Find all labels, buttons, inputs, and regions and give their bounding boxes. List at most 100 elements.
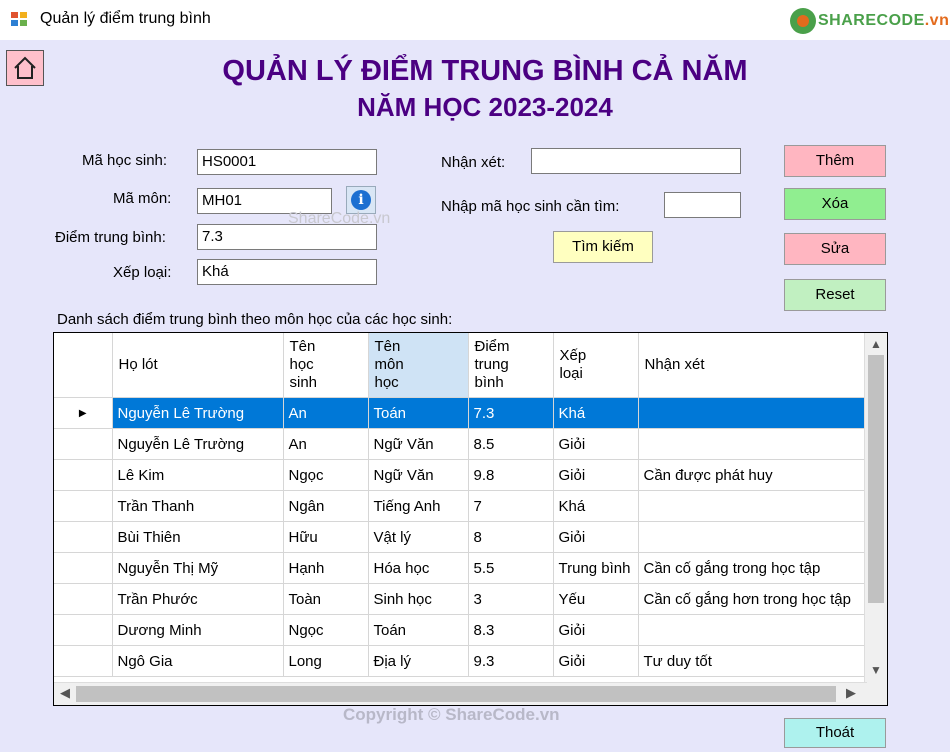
row-header[interactable] xyxy=(54,521,113,553)
table-cell[interactable]: Cần được phát huy xyxy=(638,459,868,491)
row-header[interactable]: ▶ xyxy=(54,397,113,429)
table-cell[interactable]: Ngân xyxy=(283,490,369,522)
vertical-scrollbar[interactable]: ▲ ▼ xyxy=(864,333,887,683)
horizontal-scrollbar[interactable]: ◀ ▶ xyxy=(54,682,867,705)
column-header[interactable]: Họ lót xyxy=(112,333,284,398)
row-header[interactable] xyxy=(54,645,113,677)
ma-hoc-sinh-input[interactable]: HS0001 xyxy=(197,149,377,175)
table-cell[interactable]: Giỏi xyxy=(553,521,639,553)
table-cell[interactable]: Nguyễn Lê Trường xyxy=(112,428,284,460)
table-row[interactable]: Nguyễn Lê Trường An Ngữ Văn 8.5 Giỏi xyxy=(54,428,868,460)
table-cell[interactable]: Khá xyxy=(553,490,639,522)
table-row[interactable]: Nguyễn Thị Mỹ Hạnh Hóa học 5.5 Trung bình Cần… xyxy=(54,552,868,584)
table-cell[interactable]: Giỏi xyxy=(553,645,639,677)
table-cell[interactable]: Dương Minh xyxy=(112,614,284,646)
column-header[interactable]: Xếp loại xyxy=(553,333,639,398)
row-header[interactable] xyxy=(54,614,113,646)
table-cell[interactable]: Ngọc xyxy=(283,614,369,646)
table-cell[interactable]: An xyxy=(283,428,369,460)
table-cell[interactable] xyxy=(638,428,868,460)
table-cell[interactable]: Giỏi xyxy=(553,428,639,460)
table-cell[interactable]: Toán xyxy=(368,614,469,646)
window-title: Quản lý điểm trung bình xyxy=(40,10,211,27)
table-cell[interactable]: 8.5 xyxy=(468,428,554,460)
table-cell[interactable]: Trần Thanh xyxy=(112,490,284,522)
table-cell[interactable]: Ngữ Văn xyxy=(368,428,469,460)
table-cell[interactable]: Vật lý xyxy=(368,521,469,553)
table-row[interactable]: Dương Minh Ngọc Toán 8.3 Giỏi xyxy=(54,614,868,646)
table-row[interactable]: Trần Thanh Ngân Tiếng Anh 7 Khá xyxy=(54,490,868,522)
scroll-up-icon[interactable]: ▲ xyxy=(865,337,887,351)
table-cell[interactable]: 3 xyxy=(468,583,554,615)
table-cell[interactable]: 9.3 xyxy=(468,645,554,677)
table-cell[interactable]: Cần cố gắng hơn trong học tập xyxy=(638,583,868,615)
table-cell[interactable]: Giỏi xyxy=(553,614,639,646)
scroll-right-icon[interactable]: ▶ xyxy=(846,685,856,701)
table-cell[interactable]: Địa lý xyxy=(368,645,469,677)
row-header[interactable] xyxy=(54,459,113,491)
table-cell[interactable]: Tiếng Anh xyxy=(368,490,469,522)
table-row[interactable]: Bùi Thiên Hữu Vật lý 8 Giỏi xyxy=(54,521,868,553)
table-cell[interactable]: Toán xyxy=(368,397,469,429)
table-cell[interactable]: Giỏi xyxy=(553,459,639,491)
row-header[interactable] xyxy=(54,490,113,522)
table-cell[interactable]: Hóa học xyxy=(368,552,469,584)
table-cell[interactable]: Hạnh xyxy=(283,552,369,584)
table-cell[interactable]: Cần cố gắng trong học tập xyxy=(638,552,868,584)
table-cell[interactable]: 9.8 xyxy=(468,459,554,491)
table-cell[interactable]: Yếu xyxy=(553,583,639,615)
scroll-left-icon[interactable]: ◀ xyxy=(60,685,70,701)
column-header-text: Tên xyxy=(289,338,316,355)
table-cell[interactable] xyxy=(638,397,868,429)
table-cell[interactable]: Ngô Gia xyxy=(112,645,284,677)
horizontal-scroll-thumb[interactable] xyxy=(76,686,836,702)
column-header[interactable]: Điểm trung bình xyxy=(468,333,554,398)
search-input[interactable] xyxy=(664,192,741,218)
table-row[interactable]: Lê Kim Ngọc Ngữ Văn 9.8 Giỏi Cần được phát hu… xyxy=(54,459,868,491)
table-cell[interactable]: 8.3 xyxy=(468,614,554,646)
delete-button[interactable]: Xóa xyxy=(784,188,886,220)
add-button[interactable]: Thêm xyxy=(784,145,886,177)
scroll-down-icon[interactable]: ▼ xyxy=(865,663,887,677)
table-cell[interactable]: Ngọc xyxy=(283,459,369,491)
table-cell[interactable]: Toàn xyxy=(283,583,369,615)
row-header[interactable] xyxy=(54,428,113,460)
table-cell[interactable]: Sinh học xyxy=(368,583,469,615)
table-cell[interactable]: Trung bình xyxy=(553,552,639,584)
table-cell[interactable]: Nguyễn Lê Trường xyxy=(112,397,284,429)
table-row[interactable]: Trần Phước Toàn Sinh học 3 Yếu Cần cố gắng hơ… xyxy=(54,583,868,615)
table-cell[interactable]: Lê Kim xyxy=(112,459,284,491)
table-cell[interactable]: An xyxy=(283,397,369,429)
table-cell[interactable]: 7.3 xyxy=(468,397,554,429)
table-cell[interactable] xyxy=(638,614,868,646)
nhan-xet-input[interactable] xyxy=(531,148,741,174)
students-grid[interactable]: Họ lót Tên học sinh Tên môn học Điểm trung bình Xế… xyxy=(53,332,888,706)
row-header[interactable] xyxy=(54,583,113,615)
column-header-text: sinh xyxy=(289,374,318,391)
table-cell[interactable]: 8 xyxy=(468,521,554,553)
table-cell[interactable]: Ngữ Văn xyxy=(368,459,469,491)
exit-button[interactable]: Thoát xyxy=(784,718,886,748)
table-cell[interactable]: 5.5 xyxy=(468,552,554,584)
table-cell[interactable]: Bùi Thiên xyxy=(112,521,284,553)
search-button[interactable]: Tìm kiếm xyxy=(553,231,653,263)
row-header[interactable] xyxy=(54,552,113,584)
column-header[interactable]: Nhận xét xyxy=(638,333,868,398)
table-row[interactable]: ▶ Nguyễn Lê Trường An Toán 7.3 Khá xyxy=(54,397,868,429)
table-row[interactable]: Ngô Gia Long Địa lý 9.3 Giỏi Tư duy tốt xyxy=(54,645,868,677)
table-cell[interactable]: Hữu xyxy=(283,521,369,553)
reset-button[interactable]: Reset xyxy=(784,279,886,311)
column-header[interactable]: Tên học sinh xyxy=(283,333,369,398)
vertical-scroll-thumb[interactable] xyxy=(868,355,884,603)
table-cell[interactable]: Khá xyxy=(553,397,639,429)
edit-button[interactable]: Sửa xyxy=(784,233,886,265)
table-cell[interactable]: Tư duy tốt xyxy=(638,645,868,677)
table-cell[interactable]: Trần Phước xyxy=(112,583,284,615)
table-cell[interactable]: Nguyễn Thị Mỹ xyxy=(112,552,284,584)
table-cell[interactable] xyxy=(638,490,868,522)
table-cell[interactable]: Long xyxy=(283,645,369,677)
column-header[interactable]: Tên môn học xyxy=(368,333,469,398)
table-cell[interactable]: 7 xyxy=(468,490,554,522)
table-cell[interactable] xyxy=(638,521,868,553)
xep-loai-input[interactable]: Khá xyxy=(197,259,377,285)
